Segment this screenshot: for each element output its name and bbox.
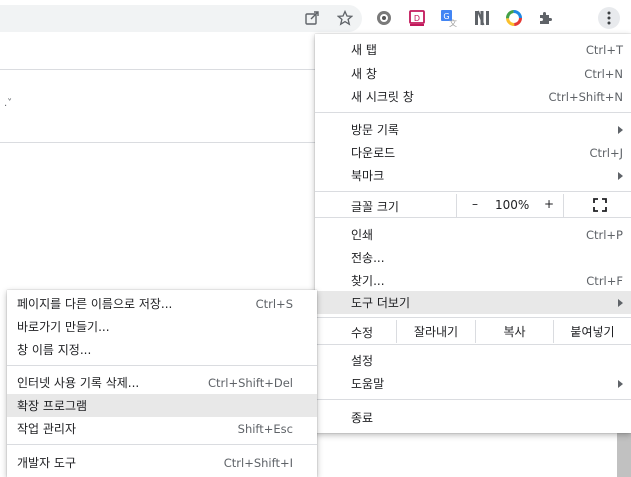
menu-item-label: 종료: [351, 411, 374, 425]
menu-item-label: 도구 더보기: [351, 296, 411, 310]
menu-item-history[interactable]: 방문 기록: [315, 118, 631, 141]
translate-ext-icon[interactable]: G文: [439, 8, 459, 28]
submenu-arrow-icon: [618, 298, 623, 307]
menu-separator: [315, 344, 631, 345]
copy-label: 복사: [503, 325, 526, 339]
menu-item-label: 작업 관리자: [17, 422, 77, 436]
menu-item-new-window[interactable]: 새 창 Ctrl+N: [315, 62, 631, 85]
more-icon[interactable]: [598, 7, 620, 29]
notion-ext-icon[interactable]: [472, 8, 492, 28]
menu-item-shortcut: Ctrl+F: [586, 273, 623, 288]
page-divider: [0, 142, 315, 143]
menu-item-shortcut: Ctrl+Shift+N: [548, 89, 623, 104]
menu-item-shortcut: Ctrl+Shift+I: [223, 455, 293, 470]
submenu-item-dev-tools[interactable]: 개발자 도구 Ctrl+Shift+I: [7, 451, 317, 474]
zoom-level: 100%: [495, 198, 530, 212]
menu-separator: [7, 444, 317, 445]
menu-item-label: 전송...: [351, 251, 385, 265]
media-ext-icon[interactable]: D: [407, 8, 427, 28]
menu-item-label: 창 이름 지정...: [17, 343, 92, 357]
menu-item-new-incognito[interactable]: 새 시크릿 창 Ctrl+Shift+N: [315, 85, 631, 108]
menu-item-find[interactable]: 찾기... Ctrl+F: [315, 269, 631, 292]
menu-item-label: 새 창: [351, 67, 377, 81]
menu-item-label: 인터넷 사용 기록 삭제...: [17, 376, 140, 390]
menu-item-help[interactable]: 도움말: [315, 372, 631, 395]
fullscreen-button[interactable]: [563, 194, 631, 217]
browser-toolbar: D G文: [0, 0, 631, 36]
submenu-item-task-manager[interactable]: 작업 관리자 Shift+Esc: [7, 417, 317, 440]
menu-item-shortcut: Ctrl+S: [255, 296, 293, 311]
menu-item-shortcut: Ctrl+P: [585, 227, 623, 242]
zoom-in-button[interactable]: +: [537, 197, 561, 211]
svg-text:文: 文: [449, 18, 457, 27]
menu-separator: [315, 217, 631, 218]
page-divider: [0, 69, 315, 70]
zoom-label: 글꼴 크기: [351, 200, 399, 214]
submenu-item-name-window[interactable]: 창 이름 지정...: [7, 338, 317, 361]
zoom-row: 글꼴 크기 – 100% +: [315, 194, 631, 217]
submenu-item-create-shortcut[interactable]: 바로가기 만들기...: [7, 315, 317, 338]
chrome-main-menu: 새 탭 Ctrl+T 새 창 Ctrl+N 새 시크릿 창 Ctrl+Shift…: [315, 34, 631, 433]
menu-separator: [315, 317, 631, 318]
submenu-arrow-icon: [618, 379, 623, 388]
menu-item-label: 도움말: [351, 377, 385, 391]
settings-ext-icon[interactable]: [374, 8, 394, 28]
menu-item-settings[interactable]: 설정: [315, 349, 631, 372]
zoom-controls: – 100% +: [456, 194, 563, 217]
menu-separator: [315, 191, 631, 192]
menu-item-label: 북마크: [351, 169, 385, 183]
menu-item-exit[interactable]: 종료: [315, 406, 631, 429]
color-ext-icon[interactable]: [504, 8, 524, 28]
submenu-item-clear-data[interactable]: 인터넷 사용 기록 삭제... Ctrl+Shift+Del: [7, 371, 317, 394]
svg-text:D: D: [414, 14, 420, 23]
fullscreen-icon: [593, 198, 607, 212]
menu-item-shortcut: Ctrl+T: [585, 42, 623, 57]
menu-item-label: 확장 프로그램: [17, 399, 88, 413]
menu-item-label: 새 탭: [351, 43, 377, 57]
menu-separator: [315, 399, 631, 400]
menu-item-label: 개발자 도구: [17, 456, 77, 470]
edit-row: 수정 잘라내기 복사 붙여넣기: [315, 320, 631, 343]
menu-item-downloads[interactable]: 다운로드 Ctrl+J: [315, 141, 631, 164]
menu-item-shortcut: Ctrl+Shift+Del: [208, 375, 293, 390]
submenu-item-save-page[interactable]: 페이지를 다른 이름으로 저장... Ctrl+S: [7, 292, 317, 315]
menu-item-label: 설정: [351, 354, 374, 368]
menu-item-label: 페이지를 다른 이름으로 저장...: [17, 297, 173, 311]
menu-item-label: 찾기...: [351, 274, 385, 288]
menu-item-print[interactable]: 인쇄 Ctrl+P: [315, 223, 631, 246]
cut-label: 잘라내기: [413, 325, 459, 339]
puzzle-icon[interactable]: [535, 8, 555, 28]
menu-item-label: 인쇄: [351, 228, 374, 242]
share-icon[interactable]: [302, 8, 322, 28]
menu-item-label: 바로가기 만들기...: [17, 320, 110, 334]
menu-item-new-tab[interactable]: 새 탭 Ctrl+T: [315, 38, 631, 61]
menu-separator: [7, 365, 317, 366]
submenu-arrow-icon: [618, 125, 623, 134]
chevron-down-icon: .˅: [4, 98, 13, 109]
menu-item-label: 새 시크릿 창: [351, 90, 414, 104]
menu-item-label: 다운로드: [351, 146, 396, 160]
paste-button[interactable]: 붙여넣기: [553, 320, 631, 343]
copy-button[interactable]: 복사: [475, 320, 553, 343]
menu-item-cast[interactable]: 전송...: [315, 246, 631, 269]
menu-item-shortcut: Shift+Esc: [237, 421, 293, 436]
menu-separator: [315, 112, 631, 113]
cut-button[interactable]: 잘라내기: [396, 320, 475, 343]
menu-item-bookmarks[interactable]: 북마크: [315, 164, 631, 187]
zoom-out-button[interactable]: –: [463, 197, 487, 211]
menu-item-shortcut: Ctrl+N: [584, 66, 623, 81]
menu-item-label: 방문 기록: [351, 123, 399, 137]
edit-label: 수정: [351, 326, 374, 340]
paste-label: 붙여넣기: [570, 325, 615, 339]
menu-item-more-tools[interactable]: 도구 더보기: [315, 291, 631, 314]
submenu-arrow-icon: [618, 171, 623, 180]
more-tools-submenu: 페이지를 다른 이름으로 저장... Ctrl+S 바로가기 만들기... 창 …: [7, 290, 317, 477]
submenu-item-extensions[interactable]: 확장 프로그램: [7, 394, 317, 417]
star-icon[interactable]: [335, 8, 355, 28]
menu-item-shortcut: Ctrl+J: [589, 145, 624, 160]
scrollbar[interactable]: [617, 433, 631, 477]
